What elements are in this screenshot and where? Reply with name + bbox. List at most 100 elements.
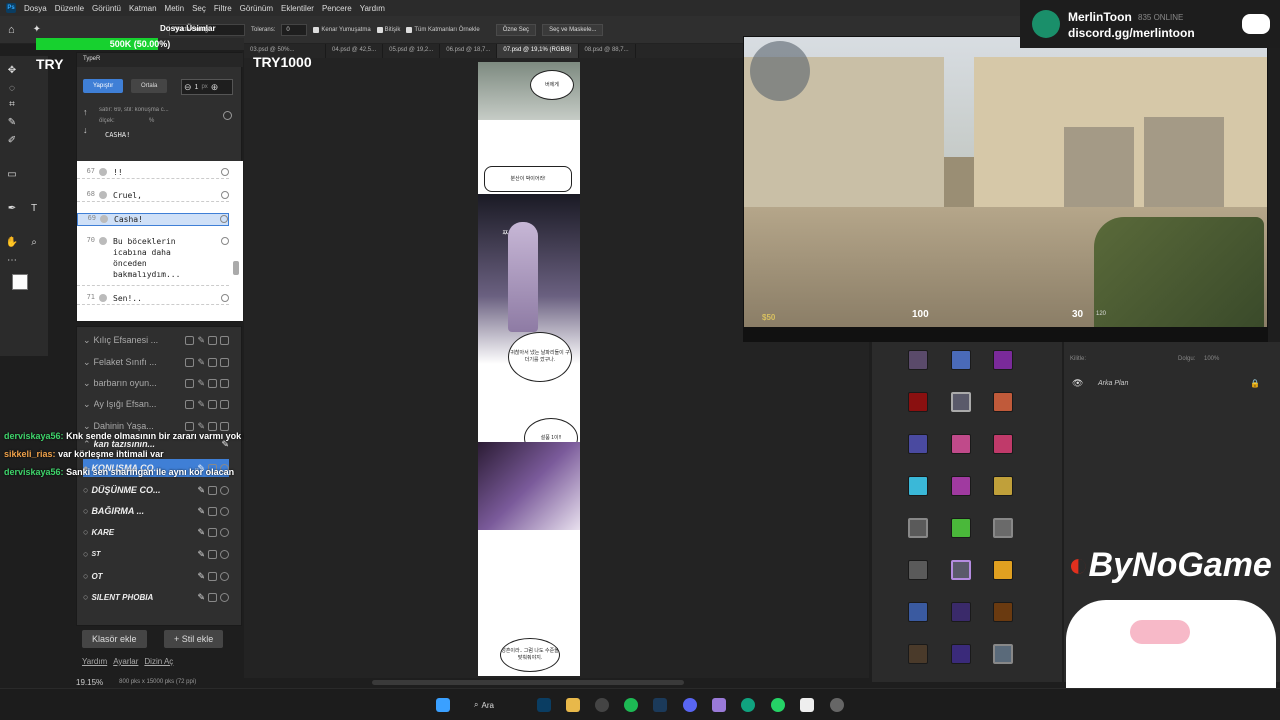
gradient-tool-icon[interactable]: ▭ — [6, 168, 18, 180]
swatch[interactable] — [993, 602, 1013, 622]
center-button[interactable]: Ortala — [131, 79, 168, 93]
brush-tool-icon[interactable]: ✐ — [6, 134, 18, 146]
app-icon[interactable] — [741, 698, 755, 712]
edit-icon[interactable]: ✎ — [197, 399, 205, 410]
folder-icon[interactable] — [220, 421, 229, 431]
swatch[interactable] — [908, 602, 928, 622]
apply-icon[interactable] — [220, 527, 229, 537]
line-item-68[interactable]: 68 Cruel, — [77, 190, 229, 202]
tab-05[interactable]: 05.psd @ 19,2... — [383, 44, 441, 58]
swatch[interactable] — [993, 434, 1013, 454]
swatch[interactable] — [951, 560, 971, 580]
pen-tool-icon[interactable]: ✒ — [6, 202, 18, 214]
tab-08[interactable]: 08.psd @ 88,7... — [579, 44, 636, 58]
swatch[interactable] — [908, 518, 928, 538]
menu-view[interactable]: Görünüm — [240, 4, 273, 13]
foreground-color-swatch[interactable] — [12, 274, 28, 290]
swatch[interactable] — [908, 350, 928, 370]
style-item[interactable]: ○ OT ✎ — [83, 567, 229, 585]
style-group[interactable]: ⌄ Kılıç Efsanesi ... ✎ — [83, 331, 229, 349]
magic-wand-icon[interactable]: ✦ — [33, 24, 41, 35]
apply-icon[interactable] — [220, 506, 229, 516]
add-folder-button[interactable]: Klasör ekle — [82, 630, 147, 648]
tab-06[interactable]: 06.psd @ 18,7... — [440, 44, 498, 58]
more-tools-icon[interactable]: ⋯ — [6, 254, 18, 266]
swatch[interactable] — [951, 602, 971, 622]
swatch[interactable] — [993, 644, 1013, 664]
edit-icon[interactable]: ✎ — [197, 378, 205, 389]
home-icon[interactable]: ⌂ — [8, 24, 15, 36]
app-icon[interactable] — [830, 698, 844, 712]
swatch[interactable] — [908, 476, 928, 496]
edit-icon[interactable]: ✎ — [197, 485, 205, 496]
horizontal-scrollbar[interactable] — [372, 680, 684, 685]
edit-icon[interactable]: ✎ — [197, 527, 205, 538]
apply-icon[interactable] — [220, 571, 229, 581]
menu-filter[interactable]: Filtre — [214, 4, 232, 13]
select-subject-button[interactable]: Özne Seç — [495, 23, 537, 36]
swatch[interactable] — [951, 392, 971, 412]
contiguous-checkbox[interactable]: Bitişik — [376, 26, 400, 33]
swatch[interactable] — [908, 392, 928, 412]
edit-icon[interactable]: ✎ — [197, 506, 205, 517]
app-icon[interactable] — [595, 698, 609, 712]
style-group[interactable]: ⌄ barbarın oyun... ✎ — [83, 374, 229, 392]
comic-page[interactable]: 버에게 분산이 박이어라! ㅉ 귀찮아서 냈는 날파리들이 구더기를 깠구나. … — [478, 62, 580, 676]
copy-icon[interactable] — [208, 549, 217, 559]
upload-icon[interactable] — [208, 357, 217, 367]
sample-all-checkbox[interactable]: Tüm Katmanları Örnekle — [406, 26, 480, 33]
steam-icon[interactable] — [653, 698, 667, 712]
menu-edit[interactable]: Düzenle — [55, 4, 84, 13]
minus-icon[interactable]: ⊖ — [184, 82, 192, 93]
swatch[interactable] — [951, 350, 971, 370]
apply-icon[interactable] — [220, 592, 229, 602]
eye-icon[interactable]: 👁 — [1072, 378, 1083, 389]
apply-icon[interactable] — [220, 485, 229, 495]
edit-icon[interactable]: ✎ — [197, 357, 205, 368]
swatch[interactable] — [993, 392, 1013, 412]
copy-icon[interactable] — [185, 421, 195, 431]
go-to-line-icon[interactable] — [221, 168, 229, 176]
tab-04[interactable]: 04.psd @ 42,5... — [326, 44, 384, 58]
line-item-67[interactable]: 67 !! — [77, 167, 229, 179]
photoshop-taskbar-icon[interactable] — [537, 698, 551, 712]
menu-type[interactable]: Metin — [165, 4, 185, 13]
spotify-icon[interactable] — [624, 698, 638, 712]
layer-name[interactable]: Arka Plan — [1098, 380, 1128, 387]
zoom-level[interactable]: 19.15% — [76, 678, 103, 687]
edit-icon[interactable]: ✎ — [197, 335, 205, 346]
line-item-70[interactable]: 70 Bu böceklerin icabına daha önceden ba… — [77, 236, 229, 286]
copy-icon[interactable] — [185, 357, 195, 367]
zoom-tool-icon[interactable]: ⌕ — [28, 236, 40, 248]
help-link[interactable]: Yardım — [82, 657, 107, 666]
edit-icon[interactable]: ✎ — [197, 592, 205, 603]
go-to-line-icon[interactable] — [221, 191, 229, 199]
target-icon[interactable] — [223, 111, 232, 120]
menu-image[interactable]: Görüntü — [92, 4, 121, 13]
swatch[interactable] — [993, 350, 1013, 370]
apply-icon[interactable] — [220, 549, 229, 559]
eyedropper-icon[interactable]: ✎ — [6, 116, 18, 128]
upload-icon[interactable] — [208, 378, 217, 388]
upload-icon[interactable] — [208, 399, 217, 409]
go-to-line-icon[interactable] — [221, 294, 229, 302]
paste-button[interactable]: Yapıştır — [83, 79, 124, 93]
swatch[interactable] — [908, 644, 928, 664]
menu-window[interactable]: Pencere — [322, 4, 352, 13]
tolerance-input[interactable]: 0 — [281, 23, 308, 36]
crop-tool-icon[interactable]: ⌗ — [6, 98, 18, 110]
style-item[interactable]: ○ BAĞIRMA ... ✎ — [83, 502, 229, 520]
hand-tool-icon[interactable]: ✋ — [6, 236, 18, 248]
whatsapp-icon[interactable] — [771, 698, 785, 712]
line-item-69[interactable]: 69 Casha! — [77, 213, 229, 226]
app-icon[interactable] — [712, 698, 726, 712]
open-folder-link[interactable]: Dizin Aç — [144, 657, 173, 666]
go-to-line-icon[interactable] — [220, 215, 228, 223]
style-group[interactable]: ⌄ Felaket Sınıfı ... ✎ — [83, 353, 229, 371]
edit-icon[interactable]: ✎ — [197, 571, 205, 582]
windows-start-icon[interactable] — [436, 698, 450, 712]
file-explorer-icon[interactable] — [566, 698, 580, 712]
copy-icon[interactable] — [208, 571, 217, 581]
discord-taskbar-icon[interactable] — [683, 698, 697, 712]
move-tool-icon[interactable]: ✥ — [6, 64, 18, 76]
